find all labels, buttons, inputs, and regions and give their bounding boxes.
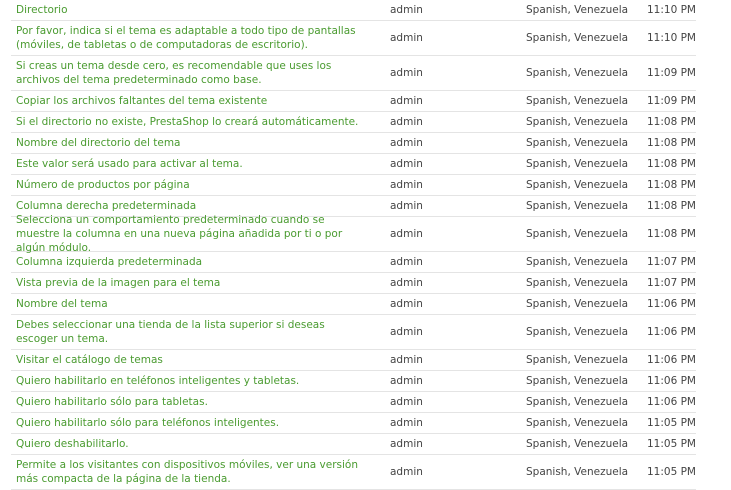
- author-name: admin: [390, 200, 423, 212]
- list-item: Este valor será usado para activar al te…: [11, 154, 696, 175]
- author-name: admin: [390, 137, 423, 149]
- timestamp: 11:08 PM: [647, 116, 696, 128]
- timestamp: 11:07 PM: [647, 277, 696, 289]
- list-item: Selecciona un comportamiento predetermin…: [11, 214, 696, 254]
- language-label: Spanish, Venezuela: [526, 200, 629, 212]
- translation-link[interactable]: Selecciona un comportamiento predetermin…: [16, 214, 366, 254]
- translation-link[interactable]: Quiero deshabilitarlo.: [16, 434, 366, 454]
- language-label: Spanish, Venezuela: [526, 67, 629, 79]
- timestamp: 11:08 PM: [647, 158, 696, 170]
- translation-link[interactable]: Este valor será usado para activar al te…: [16, 154, 366, 174]
- author-name: admin: [390, 417, 423, 429]
- translation-link[interactable]: Nombre del tema: [16, 294, 366, 314]
- list-item: Nombre del tema admin Spanish, Venezuela…: [11, 294, 696, 315]
- list-item: Si el directorio no existe, PrestaShop l…: [11, 112, 696, 133]
- list-item: Nombre del directorio del tema admin Spa…: [11, 133, 696, 154]
- translation-activity-list: Directorio admin Spanish, Venezuela 11:1…: [11, 0, 696, 490]
- timestamp: 11:08 PM: [647, 137, 696, 149]
- list-item: Quiero deshabilitarlo. admin Spanish, Ve…: [11, 434, 696, 455]
- language-label: Spanish, Venezuela: [526, 354, 629, 366]
- language-label: Spanish, Venezuela: [526, 32, 629, 44]
- translation-link[interactable]: Quiero habilitarlo sólo para teléfonos i…: [16, 413, 366, 433]
- translation-link[interactable]: Debes seleccionar una tienda de la lista…: [16, 315, 366, 349]
- list-item: Quiero habilitarlo sólo para tabletas. a…: [11, 392, 696, 413]
- language-label: Spanish, Venezuela: [526, 298, 629, 310]
- timestamp: 11:08 PM: [647, 228, 696, 240]
- author-name: admin: [390, 396, 423, 408]
- language-label: Spanish, Venezuela: [526, 277, 629, 289]
- timestamp: 11:08 PM: [647, 200, 696, 212]
- timestamp: 11:07 PM: [647, 256, 696, 268]
- translation-link[interactable]: Permite a los visitantes con dispositivo…: [16, 455, 366, 489]
- author-name: admin: [390, 95, 423, 107]
- translation-link[interactable]: Directorio: [16, 0, 366, 20]
- language-label: Spanish, Venezuela: [526, 137, 629, 149]
- language-label: Spanish, Venezuela: [526, 116, 629, 128]
- language-label: Spanish, Venezuela: [526, 256, 629, 268]
- list-item: Quiero habilitarlo en teléfonos intelige…: [11, 371, 696, 392]
- list-item: Vista previa de la imagen para el tema a…: [11, 273, 696, 294]
- translation-link[interactable]: Visitar el catálogo de temas: [16, 350, 366, 370]
- author-name: admin: [390, 158, 423, 170]
- language-label: Spanish, Venezuela: [526, 4, 629, 16]
- timestamp: 11:09 PM: [647, 95, 696, 107]
- language-label: Spanish, Venezuela: [526, 179, 629, 191]
- language-label: Spanish, Venezuela: [526, 375, 629, 387]
- timestamp: 11:06 PM: [647, 354, 696, 366]
- list-item: Permite a los visitantes con dispositivo…: [11, 455, 696, 490]
- timestamp: 11:10 PM: [647, 32, 696, 44]
- timestamp: 11:08 PM: [647, 179, 696, 191]
- author-name: admin: [390, 4, 423, 16]
- language-label: Spanish, Venezuela: [526, 95, 629, 107]
- timestamp: 11:09 PM: [647, 67, 696, 79]
- timestamp: 11:05 PM: [647, 417, 696, 429]
- list-item: Columna izquierda predeterminada admin S…: [11, 252, 696, 273]
- translation-link[interactable]: Vista previa de la imagen para el tema: [16, 273, 366, 293]
- timestamp: 11:10 PM: [647, 4, 696, 16]
- list-item: Debes seleccionar una tienda de la lista…: [11, 315, 696, 350]
- translation-link[interactable]: Si el directorio no existe, PrestaShop l…: [16, 112, 366, 132]
- timestamp: 11:05 PM: [647, 466, 696, 478]
- author-name: admin: [390, 438, 423, 450]
- translation-link[interactable]: Nombre del directorio del tema: [16, 133, 366, 153]
- language-label: Spanish, Venezuela: [526, 417, 629, 429]
- list-item: Si creas un tema desde cero, es recomend…: [11, 56, 696, 91]
- list-item: Número de productos por página admin Spa…: [11, 175, 696, 196]
- author-name: admin: [390, 32, 423, 44]
- language-label: Spanish, Venezuela: [526, 228, 629, 240]
- author-name: admin: [390, 228, 423, 240]
- language-label: Spanish, Venezuela: [526, 326, 629, 338]
- language-label: Spanish, Venezuela: [526, 396, 629, 408]
- language-label: Spanish, Venezuela: [526, 438, 629, 450]
- language-label: Spanish, Venezuela: [526, 158, 629, 170]
- author-name: admin: [390, 277, 423, 289]
- list-item: Visitar el catálogo de temas admin Spani…: [11, 350, 696, 371]
- author-name: admin: [390, 466, 423, 478]
- author-name: admin: [390, 179, 423, 191]
- translation-link[interactable]: Quiero habilitarlo en teléfonos intelige…: [16, 371, 366, 391]
- author-name: admin: [390, 298, 423, 310]
- translation-link[interactable]: Si creas un tema desde cero, es recomend…: [16, 56, 366, 90]
- translation-link[interactable]: Copiar los archivos faltantes del tema e…: [16, 91, 366, 111]
- translation-link[interactable]: Columna izquierda predeterminada: [16, 252, 366, 272]
- author-name: admin: [390, 256, 423, 268]
- timestamp: 11:06 PM: [647, 298, 696, 310]
- author-name: admin: [390, 375, 423, 387]
- translation-link[interactable]: Quiero habilitarlo sólo para tabletas.: [16, 392, 366, 412]
- list-item: Quiero habilitarlo sólo para teléfonos i…: [11, 413, 696, 434]
- list-item: Por favor, indica si el tema es adaptabl…: [11, 21, 696, 56]
- translation-link[interactable]: Número de productos por página: [16, 175, 366, 195]
- timestamp: 11:06 PM: [647, 396, 696, 408]
- timestamp: 11:06 PM: [647, 375, 696, 387]
- list-item: Copiar los archivos faltantes del tema e…: [11, 91, 696, 112]
- timestamp: 11:06 PM: [647, 326, 696, 338]
- author-name: admin: [390, 116, 423, 128]
- author-name: admin: [390, 354, 423, 366]
- language-label: Spanish, Venezuela: [526, 466, 629, 478]
- author-name: admin: [390, 67, 423, 79]
- list-item: Directorio admin Spanish, Venezuela 11:1…: [11, 0, 696, 21]
- translation-link[interactable]: Por favor, indica si el tema es adaptabl…: [16, 21, 366, 55]
- author-name: admin: [390, 326, 423, 338]
- timestamp: 11:05 PM: [647, 438, 696, 450]
